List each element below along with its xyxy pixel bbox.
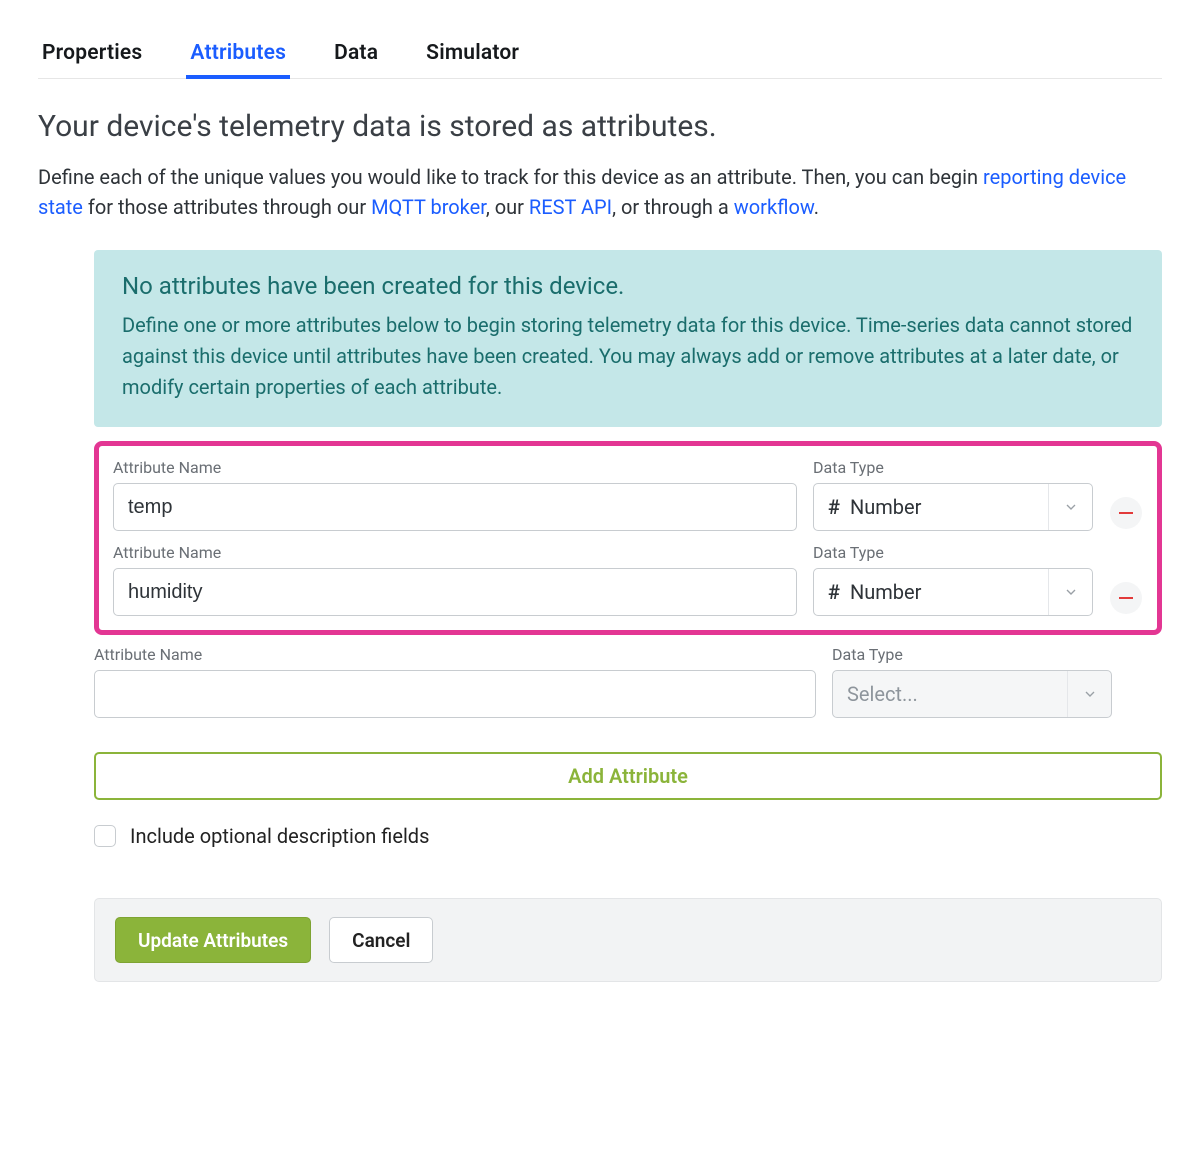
include-description-toggle[interactable]: Include optional description fields	[94, 824, 1162, 848]
data-type-value: Number	[850, 580, 921, 604]
attribute-name-label: Attribute Name	[113, 543, 797, 562]
data-type-select[interactable]: Select...	[832, 670, 1112, 718]
add-attribute-button[interactable]: Add Attribute	[94, 752, 1162, 800]
number-type-icon: #	[828, 495, 840, 519]
link-mqtt-broker[interactable]: MQTT broker	[371, 195, 486, 219]
data-type-label: Data Type	[813, 543, 1093, 562]
info-panel: No attributes have been created for this…	[94, 250, 1162, 427]
intro-text: Define each of the unique values you wou…	[38, 165, 983, 189]
intro-text: , our	[486, 195, 529, 219]
footer-action-bar: Update Attributes Cancel	[94, 898, 1162, 982]
link-rest-api[interactable]: REST API	[529, 195, 612, 219]
data-type-label: Data Type	[813, 458, 1093, 477]
remove-attribute-button[interactable]	[1110, 582, 1142, 614]
attribute-name-input[interactable]	[113, 483, 797, 531]
attribute-name-label: Attribute Name	[113, 458, 797, 477]
attribute-row: Attribute Name Data Type # Number	[113, 543, 1143, 616]
chevron-down-icon	[1048, 484, 1092, 530]
tab-data[interactable]: Data	[330, 31, 382, 79]
intro-paragraph: Define each of the unique values you wou…	[38, 162, 1162, 222]
attribute-name-label: Attribute Name	[94, 645, 816, 664]
highlighted-attribute-rows: Attribute Name Data Type # Number	[94, 441, 1162, 635]
tab-attributes[interactable]: Attributes	[186, 31, 290, 79]
number-type-icon: #	[828, 580, 840, 604]
page-title: Your device's telemetry data is stored a…	[38, 109, 1162, 144]
tab-label: Data	[334, 41, 378, 65]
tab-properties[interactable]: Properties	[38, 31, 146, 79]
attribute-row: Attribute Name Data Type Select...	[94, 645, 1162, 718]
chevron-down-icon	[1067, 671, 1111, 717]
remove-attribute-button[interactable]	[1110, 497, 1142, 529]
intro-text: for those attributes through our	[83, 195, 371, 219]
button-label: Update Attributes	[138, 929, 288, 952]
minus-icon	[1119, 512, 1133, 514]
include-description-label: Include optional description fields	[130, 824, 429, 848]
attribute-row: Attribute Name Data Type # Number	[113, 458, 1143, 531]
add-attribute-label: Add Attribute	[568, 764, 688, 788]
link-workflow[interactable]: workflow	[734, 195, 814, 219]
update-attributes-button[interactable]: Update Attributes	[115, 917, 311, 963]
cancel-button[interactable]: Cancel	[329, 917, 433, 963]
tab-label: Properties	[42, 41, 142, 65]
data-type-select[interactable]: # Number	[813, 483, 1093, 531]
minus-icon	[1119, 597, 1133, 599]
data-type-value: Number	[850, 495, 921, 519]
tab-label: Simulator	[426, 41, 519, 65]
data-type-placeholder: Select...	[847, 682, 918, 706]
info-panel-body: Define one or more attributes below to b…	[122, 310, 1134, 403]
data-type-label: Data Type	[832, 645, 1112, 664]
intro-text: .	[814, 195, 819, 219]
button-label: Cancel	[352, 929, 410, 952]
chevron-down-icon	[1048, 569, 1092, 615]
attribute-name-input[interactable]	[94, 670, 816, 718]
tab-bar: Properties Attributes Data Simulator	[38, 30, 1162, 79]
data-type-select[interactable]: # Number	[813, 568, 1093, 616]
checkbox-icon	[94, 825, 116, 847]
attribute-name-input[interactable]	[113, 568, 797, 616]
intro-text: , or through a	[612, 195, 734, 219]
tab-label: Attributes	[190, 41, 286, 65]
tab-simulator[interactable]: Simulator	[422, 31, 523, 79]
info-panel-title: No attributes have been created for this…	[122, 272, 1134, 300]
